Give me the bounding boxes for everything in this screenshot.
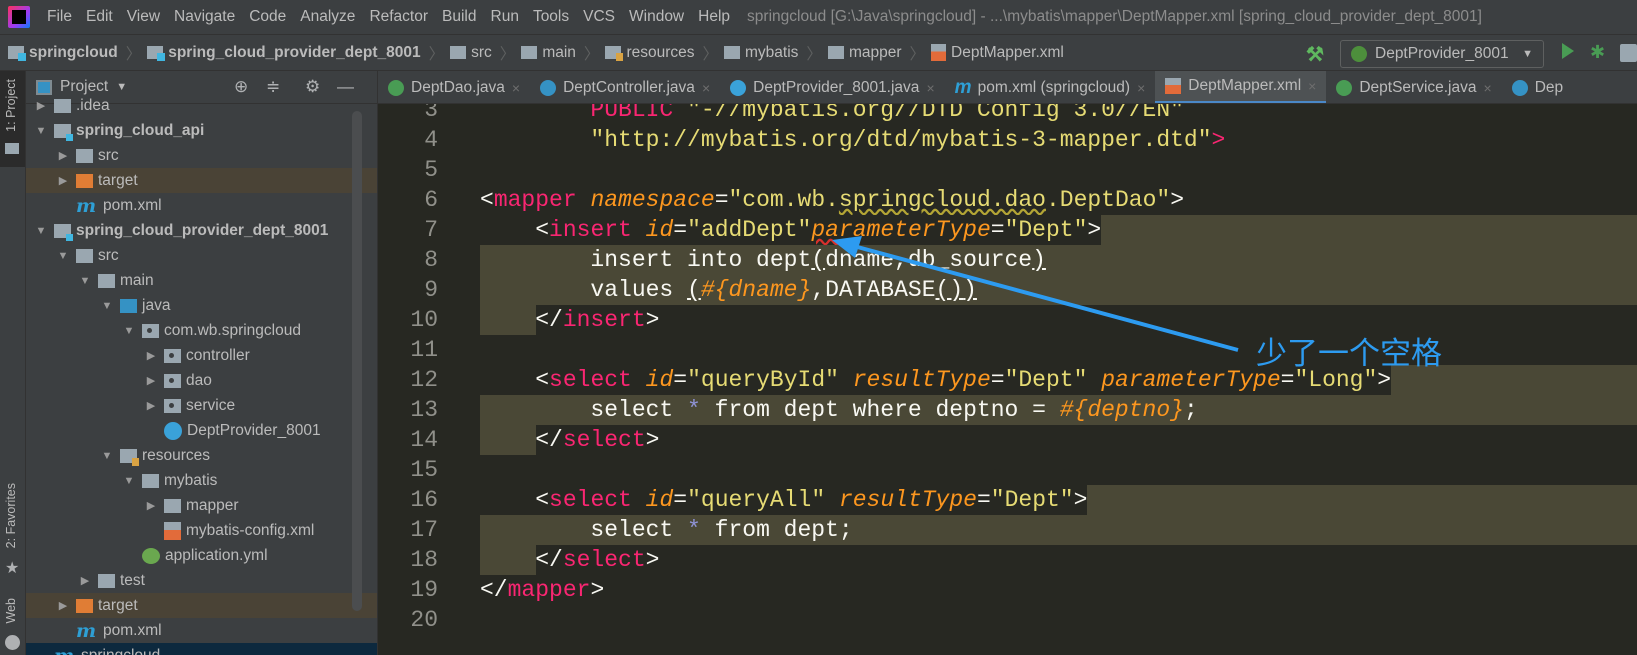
- arrow-head: [832, 236, 862, 258]
- annotation-text: 少了一个空格: [1256, 336, 1442, 372]
- arrow-line: [849, 243, 1239, 352]
